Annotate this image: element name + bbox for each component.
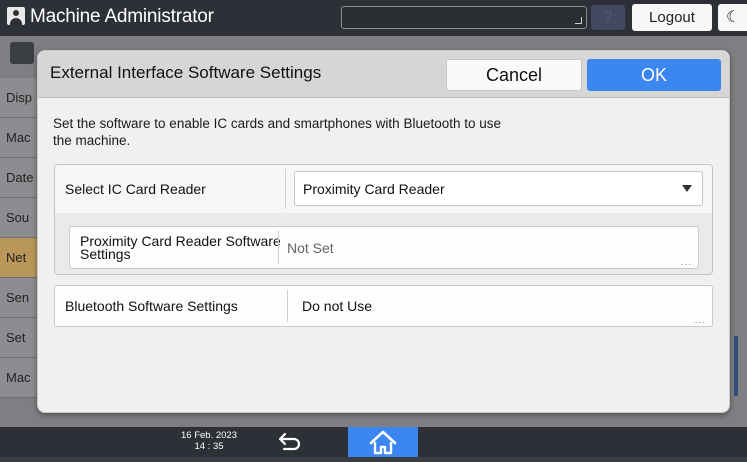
back-arrow-icon <box>278 432 301 451</box>
dialog-description: Set the software to enable IC cards and … <box>53 116 502 148</box>
cancel-button[interactable]: Cancel <box>446 59 582 91</box>
ok-button[interactable]: OK <box>587 59 721 91</box>
date-time: 16 Feb. 2023 14 : 35 <box>181 430 237 452</box>
row-divider <box>285 169 286 209</box>
energy-saver-button[interactable]: ☾ <box>718 4 747 31</box>
user-icon <box>7 7 25 25</box>
home-icon <box>369 430 397 455</box>
bluetooth-software-settings-row[interactable]: Bluetooth Software Settings Do not Use .… <box>54 285 713 327</box>
external-interface-dialog: External Interface Software Settings Can… <box>37 50 730 413</box>
bluetooth-software-label: Bluetooth Software Settings <box>65 297 238 314</box>
proximity-software-value: Not Set <box>287 239 334 256</box>
proximity-software-label: Proximity Card Reader Software Settings <box>80 227 281 268</box>
app-title: Machine Administrator <box>30 6 214 27</box>
chevron-down-icon <box>682 185 692 192</box>
ic-card-reader-value: Proximity Card Reader <box>303 180 445 197</box>
more-icon: ... <box>694 315 706 326</box>
logout-button[interactable]: Logout <box>632 4 712 31</box>
dialog-title: External Interface Software Settings <box>50 63 322 82</box>
top-bar: Machine Administrator ? Logout ☾ <box>0 0 747 36</box>
more-icon: ... <box>680 257 692 268</box>
date-label: 16 Feb. 2023 <box>181 430 237 441</box>
ic-card-reader-label: Select IC Card Reader <box>65 180 206 197</box>
ic-card-reader-group: Select IC Card Reader Proximity Card Rea… <box>54 164 713 275</box>
bottom-bar: 16 Feb. 2023 14 : 35 <box>0 427 747 457</box>
bluetooth-software-value: Do not Use <box>302 298 373 314</box>
ic-card-reader-row: Select IC Card Reader Proximity Card Rea… <box>55 165 712 213</box>
ic-card-reader-select[interactable]: Proximity Card Reader <box>294 171 703 206</box>
back-button[interactable] <box>270 429 306 455</box>
dialog-header: External Interface Software Settings Can… <box>38 51 729 98</box>
proximity-software-label-line2: Settings <box>80 245 131 262</box>
message-field <box>341 6 587 29</box>
row-divider <box>287 290 288 322</box>
proximity-software-settings-row[interactable]: Proximity Card Reader Software Settings … <box>69 226 699 269</box>
time-label: 14 : 35 <box>194 441 224 452</box>
settings-gear-icon <box>10 42 34 64</box>
row-divider <box>278 231 279 264</box>
bg-scrollbar <box>734 336 738 396</box>
help-button[interactable]: ? <box>591 5 625 30</box>
home-button[interactable] <box>348 427 418 457</box>
